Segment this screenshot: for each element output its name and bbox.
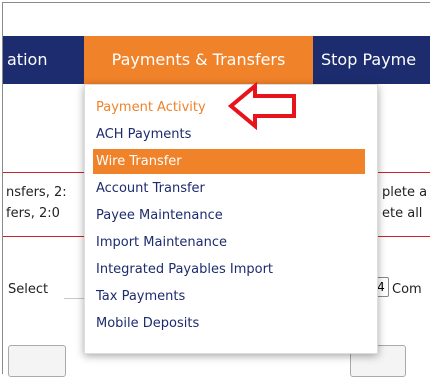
select-label: Select — [8, 282, 49, 297]
menu-item-mobile-deposits[interactable]: Mobile Deposits — [93, 311, 365, 336]
menu-item-payee-maintenance[interactable]: Payee Maintenance — [93, 203, 365, 228]
complete-label: Com — [392, 282, 422, 297]
alert-border-bottom-right — [378, 236, 430, 237]
select-divider-left — [64, 298, 86, 299]
main-navbar: ation Payments & Transfers Stop Payme — [3, 36, 430, 84]
alert-text-line-2: fers, 2:0 — [6, 206, 60, 221]
alert-text-line-1-right: plete a — [382, 185, 428, 200]
arrow-left-icon — [228, 82, 296, 130]
menu-item-integrated-payables-import[interactable]: Integrated Payables Import — [93, 257, 365, 282]
alert-border-top-left — [3, 172, 86, 173]
menu-item-import-maintenance[interactable]: Import Maintenance — [93, 230, 365, 255]
menu-item-account-transfer[interactable]: Account Transfer — [93, 176, 365, 201]
nav-item-navigation[interactable]: ation — [7, 36, 87, 84]
alert-text-line-2-right: ete all — [382, 206, 423, 221]
menu-item-wire-transfer[interactable]: Wire Transfer — [93, 149, 365, 174]
bottom-button-left[interactable] — [8, 345, 66, 377]
alert-border-top-right — [378, 172, 430, 173]
alert-border-bottom-left — [3, 236, 86, 237]
nav-item-payments-transfers[interactable]: Payments & Transfers — [84, 36, 313, 84]
alert-text-line-1: nsfers, 2: — [6, 185, 67, 200]
menu-item-tax-payments[interactable]: Tax Payments — [93, 284, 365, 309]
nav-item-stop-payments[interactable]: Stop Payme — [321, 36, 430, 84]
